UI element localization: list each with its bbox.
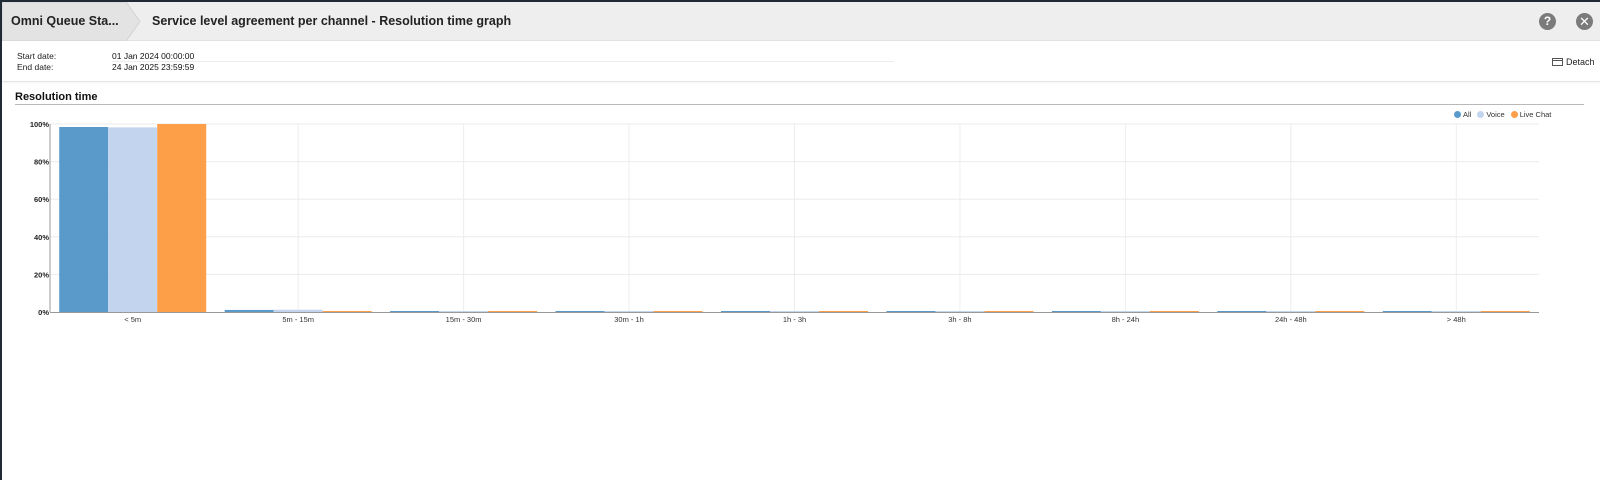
x-tick-label: 24h - 48h bbox=[1275, 315, 1307, 324]
bar-live-chat bbox=[1149, 311, 1199, 312]
bar-voice bbox=[1100, 311, 1150, 312]
breadcrumb[interactable]: Omni Queue Sta... bbox=[2, 2, 141, 41]
bar-voice bbox=[1266, 311, 1316, 312]
page-title: Service level agreement per channel - Re… bbox=[152, 14, 512, 28]
x-tick-label: 15m - 30m bbox=[446, 315, 482, 324]
bar-all bbox=[1217, 311, 1267, 312]
window-icon bbox=[1552, 58, 1563, 66]
bar-live-chat bbox=[653, 311, 703, 312]
question-icon[interactable]: ? bbox=[1539, 13, 1556, 30]
section-title: Resolution time bbox=[15, 91, 98, 103]
x-tick-label: 3h - 8h bbox=[948, 315, 971, 324]
bar-live-chat bbox=[322, 311, 372, 312]
bar-voice bbox=[604, 311, 654, 312]
bar-live-chat bbox=[1315, 311, 1365, 312]
bar-all bbox=[59, 127, 109, 312]
report-window: Omni Queue Sta... Service level agreemen… bbox=[2, 2, 1600, 480]
bar-voice bbox=[273, 309, 323, 312]
x-tick-label: 1h - 3h bbox=[783, 315, 806, 324]
x-tick-label: 5m - 15m bbox=[282, 315, 314, 324]
start-date-value: 01 Jan 2024 00:00:00 bbox=[112, 51, 195, 61]
y-tick-label: 20% bbox=[34, 270, 49, 279]
bar-live-chat bbox=[157, 124, 207, 312]
bar-voice bbox=[1431, 311, 1481, 312]
y-tick-label: 0% bbox=[38, 308, 49, 317]
bar-voice bbox=[935, 311, 985, 312]
bar-all bbox=[390, 311, 440, 312]
bar-all bbox=[1051, 311, 1101, 312]
y-tick-label: 80% bbox=[34, 158, 49, 167]
resolution-time-chart: 0% 20% 40% 60% 80% 100% < 5m 5m - 15m 15m - 30m 3… bbox=[30, 120, 1539, 324]
close-icon[interactable]: ✕ bbox=[1576, 13, 1593, 30]
bar-live-chat bbox=[984, 311, 1034, 312]
start-date-label: Start date: bbox=[17, 51, 57, 61]
bar-all bbox=[555, 311, 605, 312]
x-tick-label: 30m - 1h bbox=[614, 315, 644, 324]
x-tick-label: 8h - 24h bbox=[1112, 315, 1140, 324]
bar-voice bbox=[108, 127, 158, 312]
bar-live-chat bbox=[488, 311, 538, 312]
y-tick-label: 100% bbox=[30, 120, 50, 129]
bar-all bbox=[721, 311, 770, 312]
date-range-panel: Start date: 01 Jan 2024 00:00:00 End dat… bbox=[2, 42, 1600, 82]
y-tick-label: 40% bbox=[34, 233, 49, 242]
row-divider bbox=[112, 61, 894, 62]
x-tick-label: < 5m bbox=[124, 315, 141, 324]
breadcrumb-label[interactable]: Omni Queue Sta... bbox=[11, 14, 119, 28]
x-tick-label: > 48h bbox=[1447, 315, 1466, 324]
end-date-label: End date: bbox=[17, 62, 54, 72]
end-date-value: 24 Jan 2025 23:59:59 bbox=[112, 62, 195, 72]
bar-all bbox=[1382, 311, 1432, 312]
bar-voice bbox=[439, 311, 489, 312]
bar-live-chat bbox=[1480, 311, 1530, 312]
y-tick-label: 60% bbox=[34, 195, 49, 204]
title-bar: Omni Queue Sta... Service level agreemen… bbox=[2, 2, 1600, 41]
section-divider bbox=[15, 104, 1584, 105]
detach-button[interactable]: Detach bbox=[1552, 57, 1595, 67]
bar-all bbox=[224, 309, 274, 312]
bar-voice bbox=[770, 311, 819, 312]
detach-label: Detach bbox=[1566, 57, 1595, 67]
bar-live-chat bbox=[819, 311, 868, 312]
bar-all bbox=[886, 311, 936, 312]
